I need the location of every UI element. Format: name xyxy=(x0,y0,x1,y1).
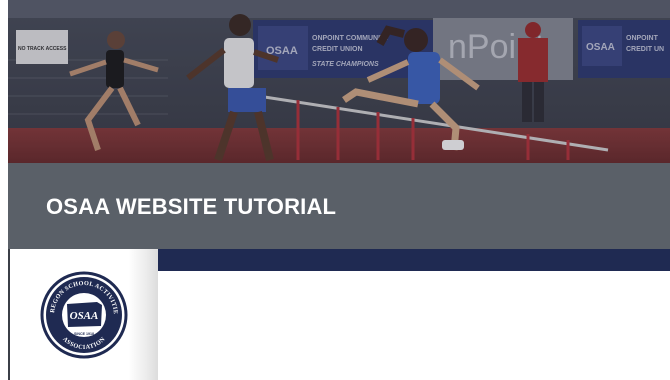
left-margin xyxy=(0,0,8,380)
logo-since-text: SINCE 1918 xyxy=(74,332,94,336)
hurdles-photo: OSAA ONPOINT COMMUNITY CREDIT UNION STAT… xyxy=(8,0,670,163)
hurdles-photo-graphic: OSAA ONPOINT COMMUNITY CREDIT UNION STAT… xyxy=(8,0,670,163)
osaa-logo-seal: OSAA OREGON SCHOOL ACTIVITIES ASSOCIATIO… xyxy=(40,271,128,359)
title-band: OSAA WEBSITE TUTORIAL xyxy=(8,163,670,249)
navy-accent-strip xyxy=(158,249,670,271)
logo-center-text: OSAA xyxy=(70,310,99,322)
slide: OSAA ONPOINT COMMUNITY CREDIT UNION STAT… xyxy=(0,0,670,380)
logo-panel: OSAA OREGON SCHOOL ACTIVITIES ASSOCIATIO… xyxy=(10,249,158,380)
slide-title: OSAA WEBSITE TUTORIAL xyxy=(46,194,337,219)
